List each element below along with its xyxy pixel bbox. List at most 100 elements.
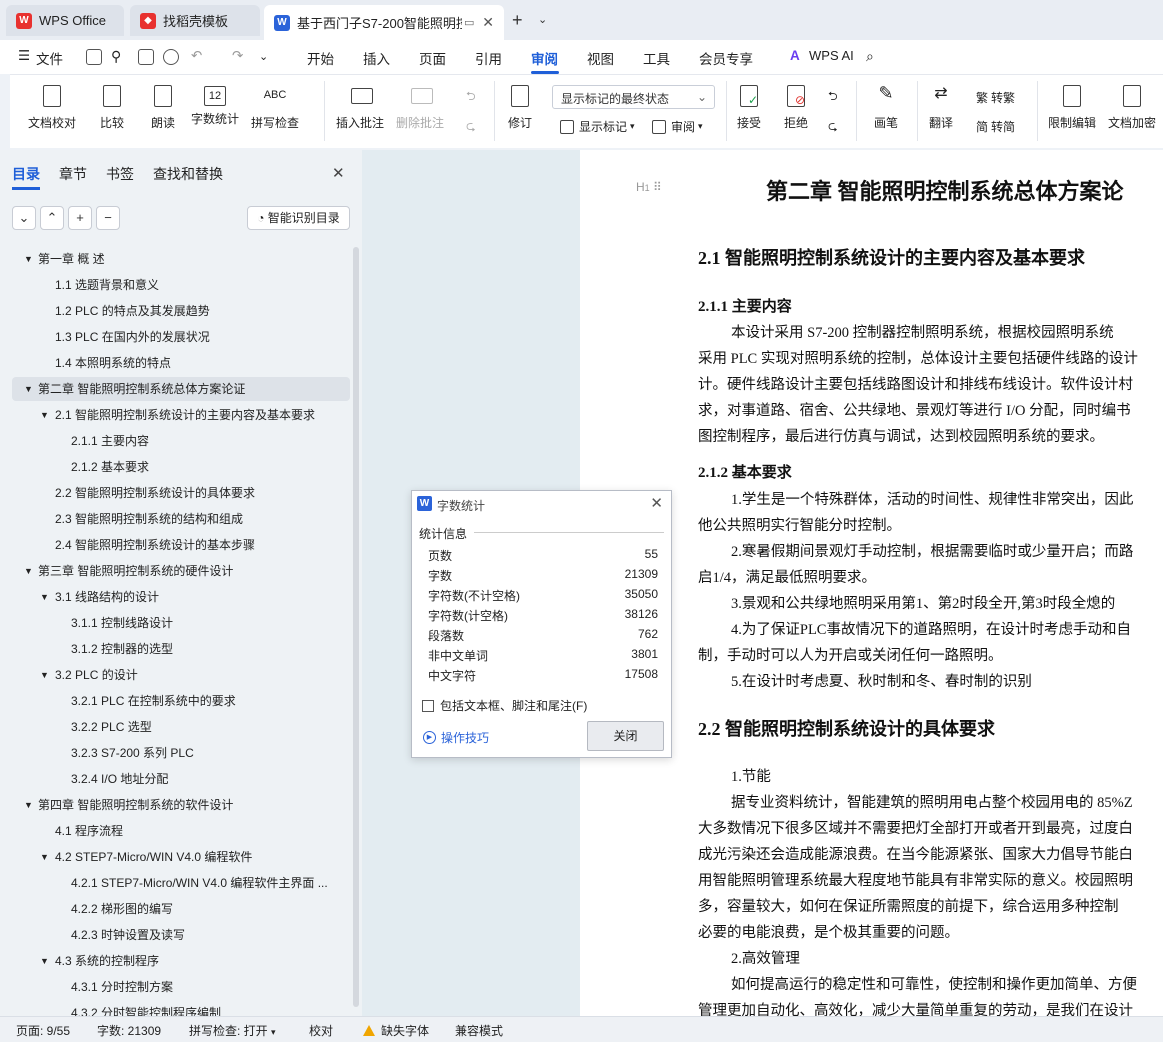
nav-tab-bookmarks[interactable]: 书签 bbox=[106, 164, 134, 184]
toc-item[interactable]: 4.2.3 时钟设置及读写 bbox=[71, 922, 350, 948]
delete-comment-button[interactable]: 删除批注 bbox=[396, 83, 444, 131]
next-comment-icon[interactable]: ⮎ bbox=[466, 117, 476, 138]
checkbox-box[interactable] bbox=[422, 699, 434, 712]
search-icon[interactable]: ⌕ bbox=[866, 48, 874, 65]
markup-status-select[interactable]: 显示标记的最终状态 ⌄ bbox=[552, 85, 715, 109]
toc-item[interactable]: 第三章 智能照明控制系统的硬件设计 bbox=[38, 558, 350, 584]
print-icon[interactable] bbox=[138, 49, 154, 65]
toc-item[interactable]: 2.2 智能照明控制系统设计的具体要求 bbox=[55, 480, 350, 506]
prev-change-icon[interactable]: ⮌ bbox=[828, 87, 838, 108]
status-proofread[interactable]: 校对 bbox=[309, 1022, 333, 1039]
tips-link[interactable]: ▶ 操作技巧 bbox=[423, 729, 489, 746]
toc-item[interactable]: 第一章 概 述 bbox=[38, 246, 350, 272]
toc-expand-arrow-icon[interactable]: ▼ bbox=[40, 662, 52, 688]
collapse-chevron-icon[interactable]: ⌄ bbox=[12, 206, 36, 230]
toc-item[interactable]: 4.2.1 STEP7-Micro/WIN V4.0 编程软件主界面 ... bbox=[71, 870, 350, 896]
doc-check-button[interactable]: 文档校对 bbox=[28, 83, 76, 131]
toc-item[interactable]: 2.1.1 主要内容 bbox=[71, 428, 350, 454]
compare-button[interactable]: 比较 bbox=[99, 83, 125, 131]
toc-expand-arrow-icon[interactable]: ▼ bbox=[40, 584, 52, 610]
toc-item[interactable]: 3.2.3 S7-200 系列 PLC bbox=[71, 740, 350, 766]
prev-comment-icon[interactable]: ⮌ bbox=[466, 87, 476, 108]
menu-tools[interactable]: 工具 bbox=[643, 48, 670, 68]
toc-expand-arrow-icon[interactable]: ▼ bbox=[24, 376, 36, 402]
tab-list-chevron-icon[interactable]: ⌄ bbox=[538, 13, 547, 26]
menu-member[interactable]: 会员专享 bbox=[699, 48, 753, 68]
tab-daoke-template[interactable]: ◆ 找稻壳模板 bbox=[130, 5, 260, 36]
toc-item[interactable]: 2.3 智能照明控制系统的结构和组成 bbox=[55, 506, 350, 532]
toc-item[interactable]: 3.2.2 PLC 选型 bbox=[71, 714, 350, 740]
restrict-edit-button[interactable]: 限制编辑 bbox=[1048, 83, 1096, 131]
toc-item[interactable]: 3.2 PLC 的设计 bbox=[55, 662, 350, 688]
nav-scrollbar[interactable] bbox=[353, 247, 359, 1007]
toc-item[interactable]: 3.1.1 控制线路设计 bbox=[71, 610, 350, 636]
dialog-title-bar[interactable]: W 字数统计 ✕ bbox=[412, 491, 671, 517]
wps-ai-button[interactable]: WPS AI bbox=[809, 48, 854, 63]
redo-icon[interactable]: ↷ bbox=[232, 48, 243, 64]
translate-button[interactable]: ⇄ 翻译 bbox=[928, 83, 954, 131]
nav-close-icon[interactable]: ✕ bbox=[332, 164, 345, 182]
review-pane-button[interactable]: 审阅 ▾ bbox=[652, 118, 703, 135]
hamburger-icon[interactable]: ☰ bbox=[18, 48, 30, 64]
dialog-close-button[interactable]: 关闭 bbox=[587, 721, 664, 751]
smart-toc-button[interactable]: ◔ 智能识别目录 bbox=[247, 206, 350, 230]
menu-review[interactable]: 审阅 bbox=[531, 48, 558, 68]
nav-tab-find-replace[interactable]: 查找和替换 bbox=[153, 164, 223, 184]
toc-item[interactable]: 3.2.4 I/O 地址分配 bbox=[71, 766, 350, 792]
expand-chevron-icon[interactable]: ⌃ bbox=[40, 206, 64, 230]
tab-document[interactable]: W 基于西门子S7-200智能照明控 ▭ ✕ bbox=[264, 5, 504, 40]
toc-item[interactable]: 2.1.2 基本要求 bbox=[71, 454, 350, 480]
remove-heading-icon[interactable]: − bbox=[96, 206, 120, 230]
heading-drag-icon[interactable]: H1 ⠿ bbox=[636, 180, 662, 194]
monitor-icon[interactable]: ▭ bbox=[464, 16, 474, 29]
to-simplified-button[interactable]: 简 转简 bbox=[976, 118, 1015, 135]
toc-expand-arrow-icon[interactable]: ▼ bbox=[40, 402, 52, 428]
nav-tab-sections[interactable]: 章节 bbox=[59, 164, 87, 184]
spell-check-button[interactable]: ABC 拼写检查 bbox=[251, 83, 299, 131]
menu-page[interactable]: 页面 bbox=[419, 48, 446, 68]
reject-button[interactable]: ⊘ 拒绝 bbox=[783, 83, 809, 131]
toc-expand-arrow-icon[interactable]: ▼ bbox=[40, 948, 52, 974]
print-preview-icon[interactable] bbox=[163, 49, 179, 65]
status-missing-font[interactable]: 缺失字体 bbox=[363, 1022, 429, 1039]
toc-item[interactable]: 3.1.2 控制器的选型 bbox=[71, 636, 350, 662]
show-markup-button[interactable]: 显示标记 ▾ bbox=[560, 118, 635, 135]
add-heading-icon[interactable]: + bbox=[68, 206, 92, 230]
toc-item[interactable]: 4.2 STEP7-Micro/WIN V4.0 编程软件 bbox=[55, 844, 350, 870]
include-textbox-checkbox[interactable]: 包括文本框、脚注和尾注(F) bbox=[422, 697, 587, 714]
status-page[interactable]: 页面: 9/55 bbox=[16, 1022, 70, 1039]
next-change-icon[interactable]: ⮎ bbox=[828, 117, 838, 138]
toc-item[interactable]: 1.1 选题背景和意义 bbox=[55, 272, 350, 298]
insert-comment-button[interactable]: 插入批注 bbox=[336, 83, 384, 131]
undo-icon[interactable]: ↶ bbox=[191, 48, 202, 64]
toc-item[interactable]: 1.4 本照明系统的特点 bbox=[55, 350, 350, 376]
toc-item[interactable]: 3.2.1 PLC 在控制系统中的要求 bbox=[71, 688, 350, 714]
toc-item[interactable]: 2.4 智能照明控制系统设计的基本步骤 bbox=[55, 532, 350, 558]
status-spell-check[interactable]: 拼写检查: 打开 ▾ bbox=[189, 1022, 276, 1039]
toc-item[interactable]: 3.1 线路结构的设计 bbox=[55, 584, 350, 610]
toc-item[interactable]: 4.1 程序流程 bbox=[55, 818, 350, 844]
toc-expand-arrow-icon[interactable]: ▼ bbox=[24, 792, 36, 818]
toc-item[interactable]: 4.2.2 梯形图的编写 bbox=[71, 896, 350, 922]
tab-close-icon[interactable]: ✕ bbox=[482, 14, 494, 31]
doc-encrypt-button[interactable]: 文档加密 bbox=[1108, 83, 1156, 131]
toc-item[interactable]: 1.2 PLC 的特点及其发展趋势 bbox=[55, 298, 350, 324]
tab-wps-office[interactable]: W WPS Office bbox=[6, 5, 124, 36]
dialog-close-icon[interactable]: ✕ bbox=[650, 494, 663, 512]
pen-button[interactable]: ✎ 画笔 bbox=[873, 83, 899, 131]
status-word-count[interactable]: 字数: 21309 bbox=[97, 1022, 161, 1039]
toc-expand-arrow-icon[interactable]: ▼ bbox=[24, 558, 36, 584]
toc-item[interactable]: 第二章 智能照明控制系统总体方案论证 bbox=[38, 376, 350, 402]
word-count-button[interactable]: 12 字数统计 bbox=[191, 83, 239, 127]
save-icon[interactable] bbox=[86, 49, 102, 65]
toc-expand-arrow-icon[interactable]: ▼ bbox=[24, 246, 36, 272]
read-aloud-button[interactable]: 朗读 bbox=[150, 83, 176, 131]
toc-item[interactable]: 4.3 系统的控制程序 bbox=[55, 948, 350, 974]
to-traditional-button[interactable]: 繁 转繁 bbox=[976, 89, 1015, 106]
toc-item[interactable]: 第四章 智能照明控制系统的软件设计 bbox=[38, 792, 350, 818]
new-tab-plus-icon[interactable]: + bbox=[512, 10, 523, 31]
menu-file[interactable]: 文件 bbox=[36, 48, 63, 68]
toc-item[interactable]: 2.1 智能照明控制系统设计的主要内容及基本要求 bbox=[55, 402, 350, 428]
menu-insert[interactable]: 插入 bbox=[363, 48, 390, 68]
menu-home[interactable]: 开始 bbox=[307, 48, 334, 68]
